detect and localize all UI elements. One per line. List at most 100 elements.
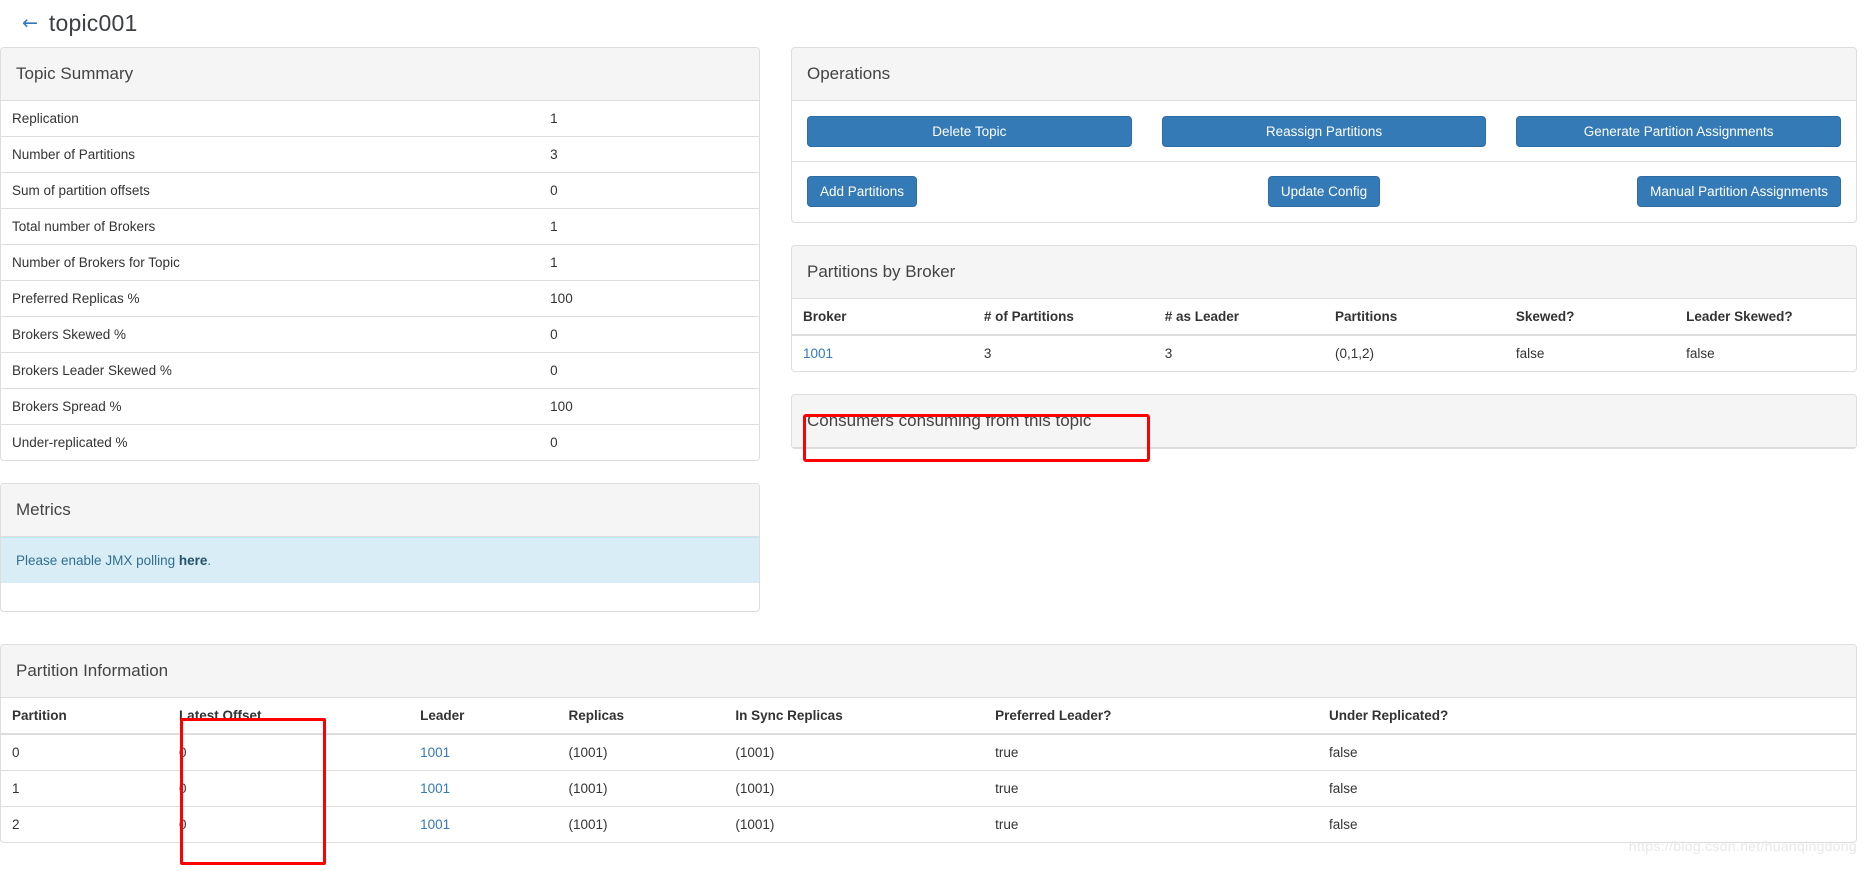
- partitions-by-broker-body: 1001 3 3 (0,1,2) false false: [792, 334, 1856, 371]
- metrics-heading: Metrics: [1, 484, 759, 537]
- table-row: 0 0 1001 (1001) (1001) true false: [1, 733, 1856, 771]
- jmx-alert-suffix: .: [207, 553, 212, 568]
- arrow-left-icon[interactable]: ←: [22, 14, 38, 33]
- summary-label: Total number of Brokers: [1, 208, 540, 245]
- cell-replicas: (1001): [557, 770, 725, 807]
- operations-row-1: Delete Topic Reassign Partitions Generat…: [792, 116, 1856, 147]
- partition-information-heading: Partition Information: [1, 645, 1856, 698]
- operations-cell: Add Partitions: [792, 176, 1147, 207]
- summary-value: 1: [539, 208, 759, 245]
- col-preferred-leader: Preferred Leader?: [984, 698, 1318, 735]
- col-replicas: Replicas: [557, 698, 725, 735]
- partitions-by-broker-panel: Partitions by Broker Broker # of Partiti…: [791, 245, 1857, 372]
- summary-label: Brokers Skewed %: [1, 316, 540, 353]
- col-leader: Leader: [409, 698, 558, 735]
- cell-preferred-leader: true: [984, 733, 1318, 771]
- topic-summary-panel: Topic Summary Replication 1 Number of Pa…: [0, 47, 760, 461]
- summary-label: Brokers Leader Skewed %: [1, 352, 540, 389]
- cell-num-as-leader: 3: [1153, 334, 1324, 371]
- leader-link[interactable]: 1001: [420, 817, 450, 832]
- summary-value: 1: [550, 111, 558, 126]
- table-row: Total number of Brokers 1: [1, 208, 759, 245]
- col-num-as-leader: # as Leader: [1153, 299, 1324, 336]
- summary-label: Brokers Spread %: [1, 388, 540, 425]
- table-row: Brokers Leader Skewed % 0: [1, 352, 759, 389]
- generate-partition-assignments-button[interactable]: Generate Partition Assignments: [1516, 116, 1841, 147]
- col-num-partitions: # of Partitions: [972, 299, 1154, 336]
- table-row: Under-replicated % 0: [1, 424, 759, 460]
- summary-value: 0: [539, 352, 759, 389]
- cell-latest-offset: 0: [167, 806, 410, 842]
- operations-cell: Manual Partition Assignments: [1501, 176, 1856, 207]
- operations-title: Operations: [807, 64, 891, 83]
- broker-link[interactable]: 1001: [792, 334, 973, 371]
- leader-link[interactable]: 1001: [420, 745, 450, 760]
- operations-body: Delete Topic Reassign Partitions Generat…: [792, 101, 1856, 222]
- delete-topic-button[interactable]: Delete Topic: [807, 116, 1132, 147]
- cell-under-replicated: false: [1317, 806, 1856, 842]
- col-latest-offset: Latest Offset: [167, 698, 410, 735]
- operations-cell: Update Config: [1147, 176, 1502, 207]
- summary-value: 100: [539, 388, 759, 425]
- cell-isr: (1001): [724, 806, 985, 842]
- table-row: Preferred Replicas % 100: [1, 280, 759, 317]
- add-partitions-button[interactable]: Add Partitions: [807, 176, 918, 207]
- cell-partition: 2: [1, 806, 168, 842]
- table-header-row: Partition Latest Offset Leader Replicas …: [1, 698, 1856, 735]
- leader-link[interactable]: 1001: [420, 781, 450, 796]
- operations-panel: Operations Delete Topic Reassign Partiti…: [791, 47, 1857, 223]
- summary-label: Replication: [12, 111, 79, 126]
- summary-label: Preferred Replicas %: [1, 280, 540, 317]
- table-row: Sum of partition offsets 0: [1, 172, 759, 209]
- cell-leader[interactable]: 1001: [409, 733, 558, 771]
- jmx-alert: Please enable JMX polling here.: [1, 537, 759, 583]
- update-config-button[interactable]: Update Config: [1267, 176, 1381, 207]
- metrics-title: Metrics: [16, 500, 71, 519]
- cell-num-partitions: 3: [972, 334, 1154, 371]
- operations-cell: Reassign Partitions: [1147, 116, 1502, 147]
- page-header: ← topic001: [0, 0, 1867, 47]
- metrics-panel: Metrics Please enable JMX polling here.: [0, 483, 760, 612]
- summary-label: Number of Brokers for Topic: [1, 244, 540, 281]
- topic-summary-body: Replication 1 Number of Partitions 3 Sum…: [1, 101, 759, 460]
- cell-replicas: (1001): [557, 733, 725, 771]
- table-row: 1001 3 3 (0,1,2) false false: [792, 334, 1856, 371]
- consumers-heading: Consumers consuming from this topic: [792, 395, 1856, 448]
- table-row: Replication 1: [1, 101, 759, 137]
- cell-partition: 0: [1, 733, 168, 771]
- summary-label: Sum of partition offsets: [1, 172, 540, 209]
- table-row: Number of Partitions 3: [1, 136, 759, 173]
- table-row: Number of Brokers for Topic 1: [1, 244, 759, 281]
- metrics-spacer: [1, 583, 759, 611]
- jmx-alert-prefix: Please enable JMX polling: [16, 553, 179, 568]
- cell-leader[interactable]: 1001: [409, 806, 558, 842]
- jmx-here-link[interactable]: here: [179, 553, 208, 568]
- partition-information-head: Partition Latest Offset Leader Replicas …: [1, 698, 1856, 735]
- topic-summary-table: Replication 1 Number of Partitions 3 Sum…: [1, 101, 759, 460]
- cell-isr: (1001): [724, 733, 985, 771]
- col-broker: Broker: [792, 299, 973, 336]
- watermark: https://blog.csdn.net/huanqingdong: [1628, 838, 1857, 854]
- col-partitions: Partitions: [1323, 299, 1505, 336]
- col-skewed: Skewed?: [1504, 299, 1676, 336]
- table-row: Brokers Spread % 100: [1, 388, 759, 425]
- topic-summary-heading: Topic Summary: [1, 48, 759, 101]
- cell-under-replicated: false: [1317, 733, 1856, 771]
- manual-partition-assignments-button[interactable]: Manual Partition Assignments: [1637, 176, 1841, 207]
- table-header-row: Broker # of Partitions # as Leader Parti…: [792, 299, 1856, 336]
- operations-row-2: Add Partitions Update Config Manual Part…: [792, 176, 1856, 207]
- col-leader-skewed: Leader Skewed?: [1675, 299, 1856, 336]
- operations-heading: Operations: [792, 48, 1856, 101]
- cell-isr: (1001): [724, 770, 985, 807]
- cell-partition: 1: [1, 770, 168, 807]
- left-column: Topic Summary Replication 1 Number of Pa…: [0, 47, 760, 634]
- cell-leader[interactable]: 1001: [409, 770, 558, 807]
- metrics-body: Please enable JMX polling here.: [1, 537, 759, 611]
- partition-information-body: 0 0 1001 (1001) (1001) true false 1 0 10…: [1, 733, 1856, 842]
- broker-id-link[interactable]: 1001: [803, 346, 833, 361]
- operations-cell: Generate Partition Assignments: [1501, 116, 1856, 147]
- partition-information-table: Partition Latest Offset Leader Replicas …: [1, 698, 1856, 842]
- cell-partitions: (0,1,2): [1323, 334, 1505, 371]
- reassign-partitions-button[interactable]: Reassign Partitions: [1161, 116, 1487, 147]
- page-title: topic001: [48, 10, 138, 36]
